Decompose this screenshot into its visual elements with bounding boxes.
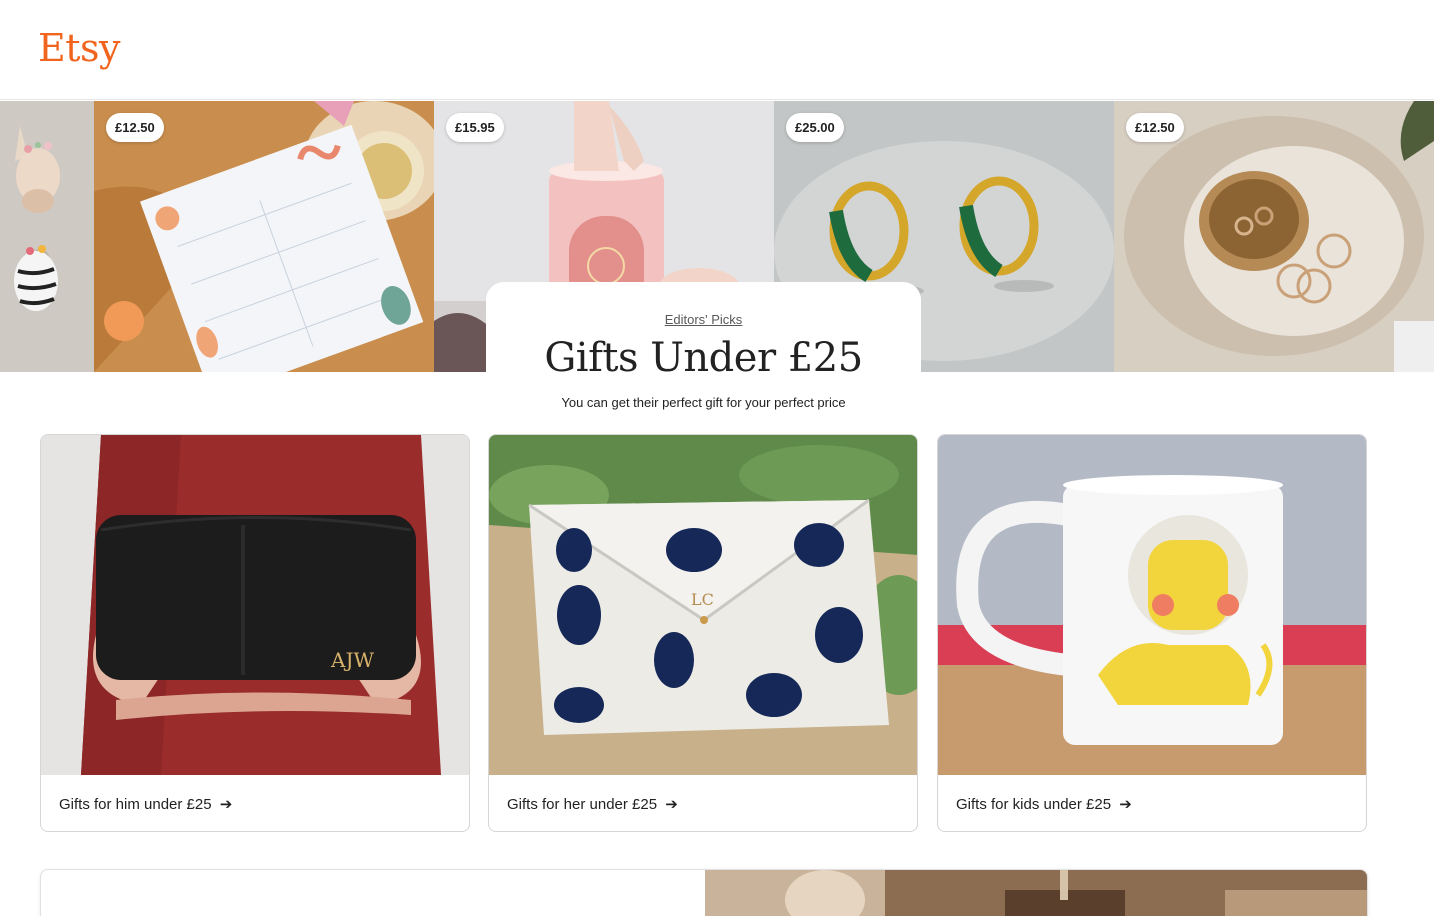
editors-picks-link[interactable]: Editors' Picks [665, 312, 743, 327]
price-badge: £15.95 [446, 113, 504, 142]
site-header: Etsy [0, 0, 1434, 100]
arrow-right-icon: ➔ [1119, 796, 1132, 813]
price-badge: £25.00 [786, 113, 844, 142]
monogram-text: AJW [330, 648, 374, 672]
category-label-text: Gifts for him under £25 [59, 796, 212, 813]
arrow-right-icon: ➔ [665, 796, 678, 813]
category-label[interactable]: Gifts for him under £25 ➔ [59, 795, 232, 813]
category-card-kids[interactable]: Gifts for kids under £25 ➔ [937, 434, 1367, 832]
category-label[interactable]: Gifts for her under £25 ➔ [507, 795, 678, 813]
monogram-text: LC [691, 590, 714, 609]
category-label[interactable]: Gifts for kids under £25 ➔ [956, 795, 1132, 813]
lion-mug-image [938, 435, 1366, 775]
pottery-image [705, 870, 1367, 916]
arrow-right-icon: ➔ [219, 796, 233, 813]
etsy-logo[interactable]: Etsy [38, 26, 120, 70]
category-card-her[interactable]: LC Gifts for her under £25 ➔ [488, 434, 918, 832]
price-badge: £12.50 [1126, 113, 1184, 142]
category-label-text: Gifts for her under £25 [507, 796, 658, 813]
hero-tile-ring-dish[interactable]: £12.50 [1114, 101, 1434, 372]
page-title: Gifts Under £25 [544, 335, 863, 381]
editors-picks-card: Editors' Picks Gifts Under £25 You can g… [486, 282, 921, 422]
polka-dot-pouch-image: LC [489, 435, 917, 775]
category-card-him[interactable]: AJW Gifts for him under £25 ➔ [40, 434, 470, 832]
price-badge: £12.50 [106, 113, 164, 142]
next-feature-panel [40, 869, 1368, 916]
page-subtitle: You can get their perfect gift for your … [561, 395, 846, 410]
plush-heads-image [0, 101, 94, 372]
category-label-text: Gifts for kids under £25 [956, 796, 1112, 813]
hero-tile-plush-heads[interactable] [0, 101, 94, 372]
hero-tile-weekly-planner[interactable]: £12.50 [94, 101, 434, 372]
leather-wash-bag-image: AJW [41, 435, 469, 775]
